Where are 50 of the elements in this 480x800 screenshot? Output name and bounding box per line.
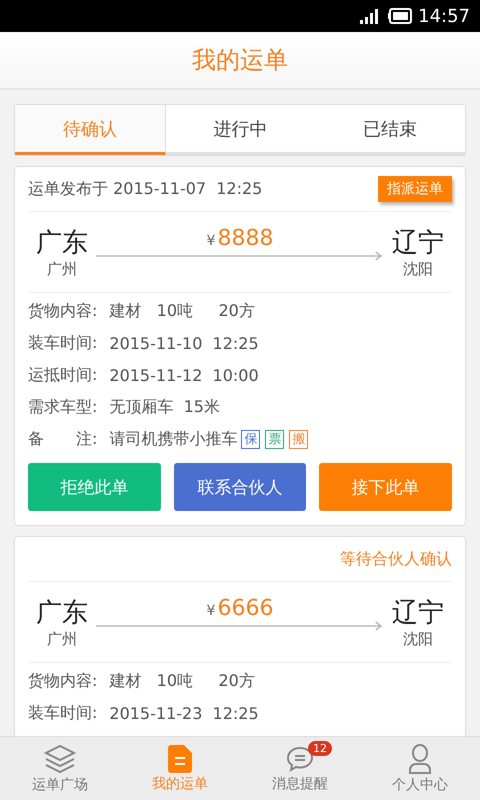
detail-label: 运抵时间: (28, 364, 98, 386)
chat-icon (286, 744, 314, 772)
action-button[interactable]: 接下此单 (319, 463, 452, 511)
detail-value: 2015-11-12 10:00 (109, 366, 259, 384)
detail-label: 备 注: (28, 428, 98, 450)
layers-icon (44, 744, 76, 774)
nav-tab[interactable]: 运单广场 (0, 737, 120, 800)
unread-badge: 12 (308, 741, 332, 756)
action-button[interactable]: 拒绝此单 (28, 463, 161, 511)
status-tab[interactable]: 进行中 (166, 105, 316, 155)
detail-label: 货物内容: (28, 670, 98, 692)
currency-sign: ¥ (206, 232, 216, 248)
detail-value: 请司机携带小推车 (109, 428, 238, 450)
status-tab[interactable]: 已结束 (315, 105, 466, 155)
origin-province: 广东 (36, 227, 88, 260)
detail-value: 建材 10吨 20方 (109, 300, 255, 322)
freight-price: 8888 (217, 226, 274, 250)
detail-value: 2015-11-23 12:25 (109, 704, 259, 722)
page-title: 我的运单 (192, 45, 288, 76)
detail-value: 无顶厢车 15米 (109, 396, 220, 418)
document-icon (168, 744, 192, 772)
destination-city: 沈阳 (403, 630, 433, 649)
service-tag: 搬 (289, 430, 308, 448)
detail-value: 建材 10吨 20方 (109, 670, 255, 692)
origin-city: 广州 (47, 260, 77, 279)
battery-icon (388, 8, 412, 24)
service-tag: 票 (265, 430, 284, 448)
action-button[interactable]: 联系合伙人 (174, 463, 306, 511)
detail-label: 装车时间: (28, 702, 98, 724)
destination-province: 辽宁 (392, 227, 444, 260)
assigned-badge: 指派运单 (378, 176, 452, 202)
freight-price: 6666 (217, 596, 274, 620)
nav-tab[interactable]: 消息提醒 12 (240, 737, 360, 800)
detail-value: 2015-11-10 12:25 (109, 334, 259, 352)
order-status: 等待合伙人确认 (340, 548, 452, 570)
publish-time: 运单发布于 2015-11-07 12:25 (28, 178, 262, 200)
service-tag: 保 (241, 430, 260, 448)
detail-label: 装车时间: (28, 332, 98, 354)
status-tab[interactable]: 待确认 (15, 105, 166, 155)
origin-city: 广州 (47, 630, 77, 649)
origin-province: 广东 (36, 597, 88, 630)
destination-city: 沈阳 (403, 260, 433, 279)
detail-label: 需求车型: (28, 396, 98, 418)
currency-sign: ¥ (206, 602, 216, 618)
nav-tab[interactable]: 我的运单 (120, 737, 240, 800)
detail-label: 货物内容: (28, 300, 98, 322)
clock: 14:57 (418, 6, 470, 26)
nav-tab[interactable]: 个人中心 (360, 737, 480, 800)
person-icon (408, 744, 432, 774)
destination-province: 辽宁 (392, 597, 444, 630)
